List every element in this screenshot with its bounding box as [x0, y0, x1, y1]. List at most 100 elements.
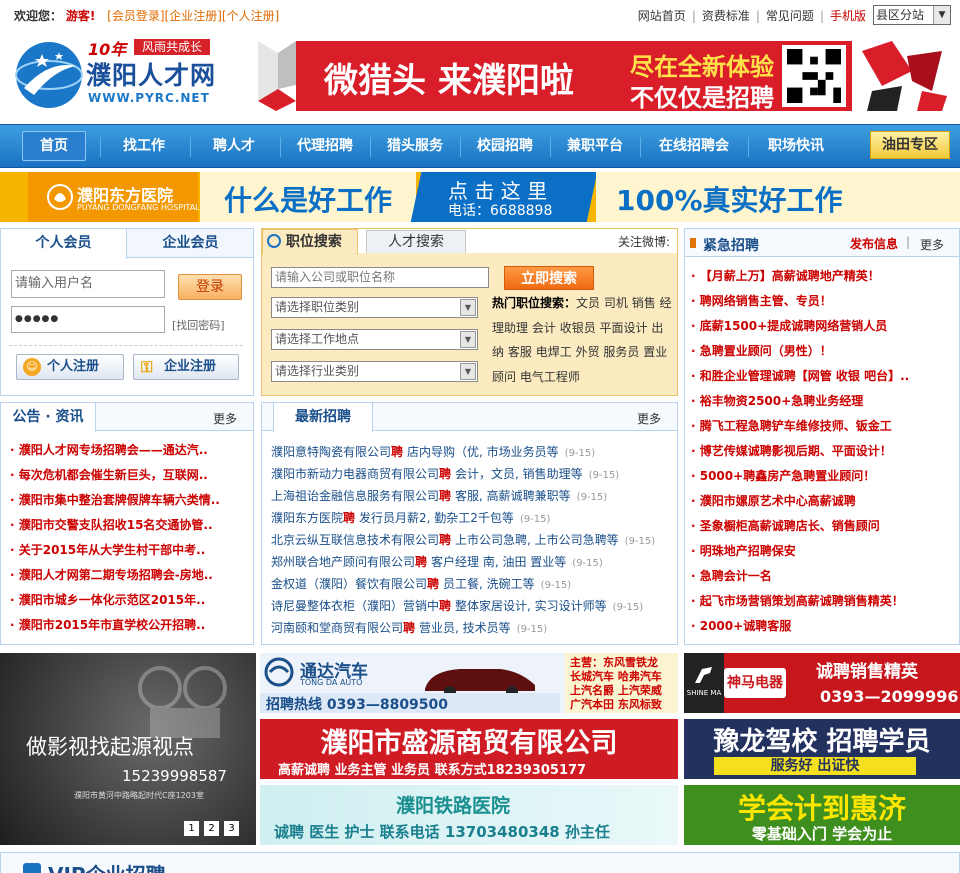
job-titles[interactable]: 上市公司急聘, 上市公司急聘等 — [455, 533, 619, 547]
railway-hospital-ad[interactable]: 濮阳铁路医院 诚聘 医生 护士 联系电话 13703480348 孙主任 — [260, 785, 678, 845]
news-item[interactable]: · 濮阳市城乡一体化示范区2015年.. — [10, 591, 205, 608]
slide-dot-3[interactable]: 3 — [224, 821, 239, 836]
latest-title[interactable]: 最新招聘 — [273, 402, 373, 432]
yulong-driving-school-ad[interactable]: 豫龙驾校 招聘学员 服务好 出证快 — [684, 719, 960, 779]
city-select[interactable]: 县区分站 ▼ — [873, 5, 951, 25]
slide-dot-1[interactable]: 1 — [184, 821, 199, 836]
urgent-job-item[interactable]: · 底薪1500+提成诚聘网络营销人员 — [691, 317, 953, 334]
site-logo[interactable]: 10年 风雨共成长 濮阳人才网 WWW.PYRC.NET — [14, 36, 234, 112]
news-item[interactable]: · 濮阳市集中整治套牌假牌车辆六类情.. — [10, 491, 220, 508]
urgent-job-item[interactable]: · 起飞市场营销策划高薪诚聘销售精英！ — [691, 592, 953, 609]
hospital-banner-ad[interactable]: 濮阳东方医院 PUYANG DONGFANG HOSPITAL 什么是好工作 点… — [0, 172, 960, 222]
company-register-button[interactable]: ⚿ 企业注册 — [133, 354, 239, 380]
nav-news[interactable]: 职场快讯 — [752, 125, 840, 169]
latest-job-row[interactable]: 上海祖诒金融信息服务有限公司聘 客服, 高薪诚聘兼职等 (9-15) — [271, 487, 607, 504]
news-item[interactable]: · 濮阳市2015年市直学校公开招聘.. — [10, 616, 205, 633]
job-titles[interactable]: 会计，文员, 销售助理等 — [455, 467, 583, 481]
hot-job[interactable]: 外贸 — [576, 345, 600, 359]
hot-job[interactable]: 文员 — [576, 296, 600, 310]
shengyuan-trade-ad[interactable]: 濮阳市盛源商贸有限公司 高薪诚聘 业务主管 业务员 联系方式1823930517… — [260, 719, 678, 779]
urgent-job-item[interactable]: · 和胜企业管理诚聘【网管 收银 吧台】.. — [691, 367, 953, 384]
hot-job[interactable]: 电气工程师 — [520, 370, 580, 384]
latest-job-row[interactable]: 诗尼曼整体衣柜（濮阳）营销中聘 整体家居设计, 实习设计师等 (9-15) — [271, 597, 643, 614]
follow-weibo-label[interactable]: 关注微博: — [618, 233, 670, 250]
vip-title[interactable]: VIP企业招聘 — [48, 859, 166, 873]
keyword-input[interactable]: 请输入公司或职位名称 — [271, 267, 489, 288]
faq-link[interactable]: 常见问题 — [760, 9, 820, 23]
nav-oilfield-special[interactable]: 油田专区 — [870, 131, 950, 159]
urgent-more-link[interactable]: 更多 — [920, 236, 944, 253]
news-title[interactable]: 公告 · 资讯 — [0, 402, 96, 432]
industry-select[interactable]: 请选择行业类别 ▼ — [271, 361, 478, 382]
company-name[interactable]: 河南颐和堂商贸有限公司 — [271, 621, 403, 635]
latest-job-row[interactable]: 金权道（濮阳）餐饮有限公司聘 员工餐, 洗碗工等 (9-15) — [271, 575, 571, 592]
company-name[interactable]: 郑州联合地产顾问有限公司 — [271, 555, 415, 569]
urgent-job-item[interactable]: · 2000+诚聘客服 — [691, 617, 953, 634]
hot-job[interactable]: 会计 — [532, 321, 556, 335]
urgent-job-item[interactable]: · 【月薪上万】高薪诚聘地产精英！ — [691, 267, 953, 284]
company-name[interactable]: 濮阳市新动力电器商贸有限公司 — [271, 467, 439, 481]
hot-job[interactable]: 司机 — [604, 296, 628, 310]
personal-register-link[interactable]: [个人注册] — [222, 9, 279, 23]
hot-job[interactable]: 销售 — [632, 296, 656, 310]
tab-talent-search[interactable]: 人才搜索 — [366, 230, 466, 253]
password-input[interactable]: ●●●●● — [11, 306, 165, 333]
personal-register-button[interactable]: ☺ 个人注册 — [16, 354, 124, 380]
shenma-appliance-ad[interactable]: SHINE MA 神马电器 诚聘销售精英 0393—2099996 — [684, 653, 960, 713]
company-name[interactable]: 北京云纵互联信息技术有限公司 — [271, 533, 439, 547]
news-item[interactable]: · 每次危机都会催生新巨头，互联网.. — [10, 466, 208, 483]
job-titles[interactable]: 发行员月薪2, 勤杂工2千包等 — [359, 511, 514, 525]
latest-job-row[interactable]: 河南颐和堂商贸有限公司聘 营业员, 技术员等 (9-15) — [271, 619, 547, 636]
home-link[interactable]: 网站首页 — [632, 9, 692, 23]
latest-job-row[interactable]: 北京云纵互联信息技术有限公司聘 上市公司急聘, 上市公司急聘等 (9-15) — [271, 531, 655, 548]
urgent-job-item[interactable]: · 濮阳市嫘原艺术中心高薪诚聘 — [691, 492, 953, 509]
company-name[interactable]: 上海祖诒金融信息服务有限公司 — [271, 489, 439, 503]
mobile-link[interactable]: 手机版 — [824, 9, 872, 23]
urgent-job-item[interactable]: · 圣象橱柜高薪诚聘店长、销售顾问 — [691, 517, 953, 534]
username-input[interactable]: 请输入用户名 — [11, 270, 165, 298]
job-category-select[interactable]: 请选择职位类别 ▼ — [271, 297, 478, 318]
top-banner-ad[interactable]: 微猎头 来濮阳啦 尽在全新体验 不仅仅是招聘 — [258, 41, 948, 112]
slide-dot-2[interactable]: 2 — [204, 821, 219, 836]
urgent-job-item[interactable]: · 明珠地产招聘保安 — [691, 542, 953, 559]
hot-job[interactable]: 电焊工 — [536, 345, 572, 359]
tongda-auto-ad[interactable]: 通达汽车 TONG DA AUTO 招聘热线 0393—8809500 主营：东… — [260, 653, 678, 713]
latest-job-row[interactable]: 濮阳意特陶瓷有限公司聘 店内导购（优, 市场业务员等 (9-15) — [271, 443, 595, 460]
news-item[interactable]: · 濮阳人才网专场招聘会——通达汽.. — [10, 441, 208, 458]
job-titles[interactable]: 营业员, 技术员等 — [419, 621, 511, 635]
latest-more-link[interactable]: 更多 — [637, 410, 661, 427]
latest-job-row[interactable]: 郑州联合地产顾问有限公司聘 客户经理 南, 油田 置业等 (9-15) — [271, 553, 603, 570]
urgent-job-item[interactable]: · 急聘置业顾问（男性）！ — [691, 342, 953, 359]
urgent-job-item[interactable]: · 5000+聘鑫房产急聘置业顾问！ — [691, 467, 953, 484]
nav-hire-talent[interactable]: 聘人才 — [194, 125, 274, 169]
job-titles[interactable]: 整体家居设计, 实习设计师等 — [455, 599, 607, 613]
nav-campus[interactable]: 校园招聘 — [464, 125, 546, 169]
work-location-select[interactable]: 请选择工作地点 ▼ — [271, 329, 478, 350]
news-more-link[interactable]: 更多 — [213, 410, 237, 427]
company-register-link[interactable]: [企业注册] — [165, 9, 222, 23]
pricing-link[interactable]: 资费标准 — [696, 9, 756, 23]
publish-info-link[interactable]: 发布信息 — [850, 235, 898, 252]
company-name[interactable]: 濮阳东方医院 — [271, 511, 343, 525]
job-titles[interactable]: 客户经理 南, 油田 置业等 — [431, 555, 566, 569]
tab-personal-member[interactable]: 个人会员 — [1, 229, 127, 259]
latest-job-row[interactable]: 濮阳市新动力电器商贸有限公司聘 会计，文员, 销售助理等 (9-15) — [271, 465, 619, 482]
search-button[interactable]: 立即搜索 — [504, 266, 594, 290]
company-name[interactable]: 诗尼曼整体衣柜（濮阳）营销中 — [271, 599, 439, 613]
urgent-job-item[interactable]: · 腾飞工程急聘铲车维修技师、钣金工 — [691, 417, 953, 434]
login-button[interactable]: 登录 — [178, 274, 242, 300]
member-login-link[interactable]: [会员登录] — [107, 9, 164, 23]
tab-company-member[interactable]: 企业会员 — [128, 229, 253, 257]
nav-home[interactable]: 首页 — [22, 131, 86, 161]
video-production-ad[interactable]: 做影视找起源视点 15239998587 濮阳市黄河中路略起时代C座1203室 … — [0, 653, 256, 845]
nav-headhunter[interactable]: 猎头服务 — [374, 125, 456, 169]
nav-parttime[interactable]: 兼职平台 — [554, 125, 636, 169]
nav-find-job[interactable]: 找工作 — [104, 125, 184, 169]
company-name[interactable]: 濮阳意特陶瓷有限公司 — [271, 445, 391, 459]
news-item[interactable]: · 濮阳人才网第二期专场招聘会-房地.. — [10, 566, 213, 583]
nav-online-fair[interactable]: 在线招聘会 — [644, 125, 744, 169]
job-titles[interactable]: 客服, 高薪诚聘兼职等 — [455, 489, 571, 503]
tab-job-search[interactable]: 职位搜索 — [262, 229, 358, 255]
nav-agency-recruit[interactable]: 代理招聘 — [284, 125, 366, 169]
company-name[interactable]: 金权道（濮阳）餐饮有限公司 — [271, 577, 427, 591]
